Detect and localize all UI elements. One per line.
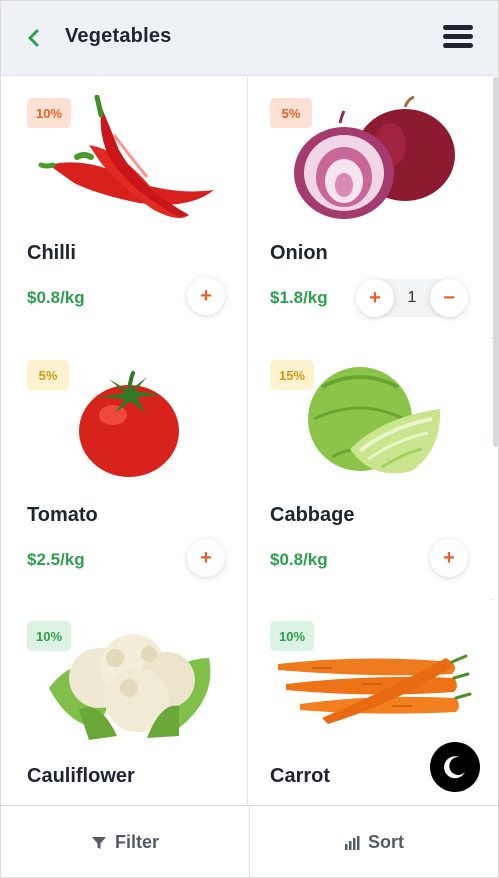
cauliflower-image <box>49 634 211 740</box>
product-name: Tomato <box>27 504 98 526</box>
quantity-stepper: + 1 − <box>356 279 468 317</box>
product-card-chilli[interactable]: 10% Chilli $0.8/kg + <box>5 77 247 339</box>
bottom-action-bar: Filter Sort <box>1 805 498 877</box>
add-to-cart-button[interactable]: + <box>187 539 225 577</box>
funnel-icon <box>91 836 106 849</box>
increase-quantity-button[interactable]: + <box>356 279 394 317</box>
chilli-image <box>38 95 214 219</box>
bar-chart-icon <box>345 835 360 850</box>
product-price: $2.5/kg <box>27 550 85 569</box>
chevron-left-icon <box>28 29 39 47</box>
onion-image <box>294 95 455 219</box>
product-name: Onion <box>270 242 328 264</box>
product-card-tomato[interactable]: 5% Tomato $2.5/kg + <box>5 339 247 601</box>
tomato-image <box>79 371 179 477</box>
page-title: Vegetables <box>65 25 172 47</box>
product-price: $0.8/kg <box>27 288 85 307</box>
product-name: Cauliflower <box>27 765 135 787</box>
filter-label: Filter <box>114 832 159 852</box>
menu-button[interactable] <box>443 25 473 51</box>
cabbage-image <box>308 367 441 474</box>
product-card-cauliflower[interactable]: 10% Cauliflower <box>5 600 247 805</box>
product-name: Carrot <box>270 765 331 787</box>
product-card-cabbage[interactable]: 15% Cabbage $0.8/kg + <box>248 339 490 601</box>
filter-button[interactable]: Filter <box>1 806 249 877</box>
carrot-image <box>278 654 472 724</box>
dark-mode-toggle[interactable] <box>430 742 480 792</box>
sort-label: Sort <box>368 832 404 852</box>
product-name: Cabbage <box>270 504 355 526</box>
sort-button[interactable]: Sort <box>249 806 498 877</box>
moon-icon <box>444 756 465 779</box>
app-window: Vegetables 10% Chilli $0.8/kg + 5% Onion… <box>0 0 499 878</box>
add-to-cart-button[interactable]: + <box>430 539 468 577</box>
quantity-value: 1 <box>407 289 417 306</box>
product-price: $1.8/kg <box>270 288 328 307</box>
scrollbar[interactable] <box>493 77 498 447</box>
product-price: $0.8/kg <box>270 550 328 569</box>
back-button[interactable] <box>23 26 45 50</box>
hamburger-menu-icon <box>443 25 473 30</box>
product-name: Chilli <box>27 242 76 264</box>
header: Vegetables <box>1 1 498 76</box>
add-to-cart-button[interactable]: + <box>187 277 225 315</box>
product-card-onion[interactable]: 5% Onion $1.8/kg + 1 − <box>248 77 490 339</box>
decrease-quantity-button[interactable]: − <box>430 279 468 317</box>
